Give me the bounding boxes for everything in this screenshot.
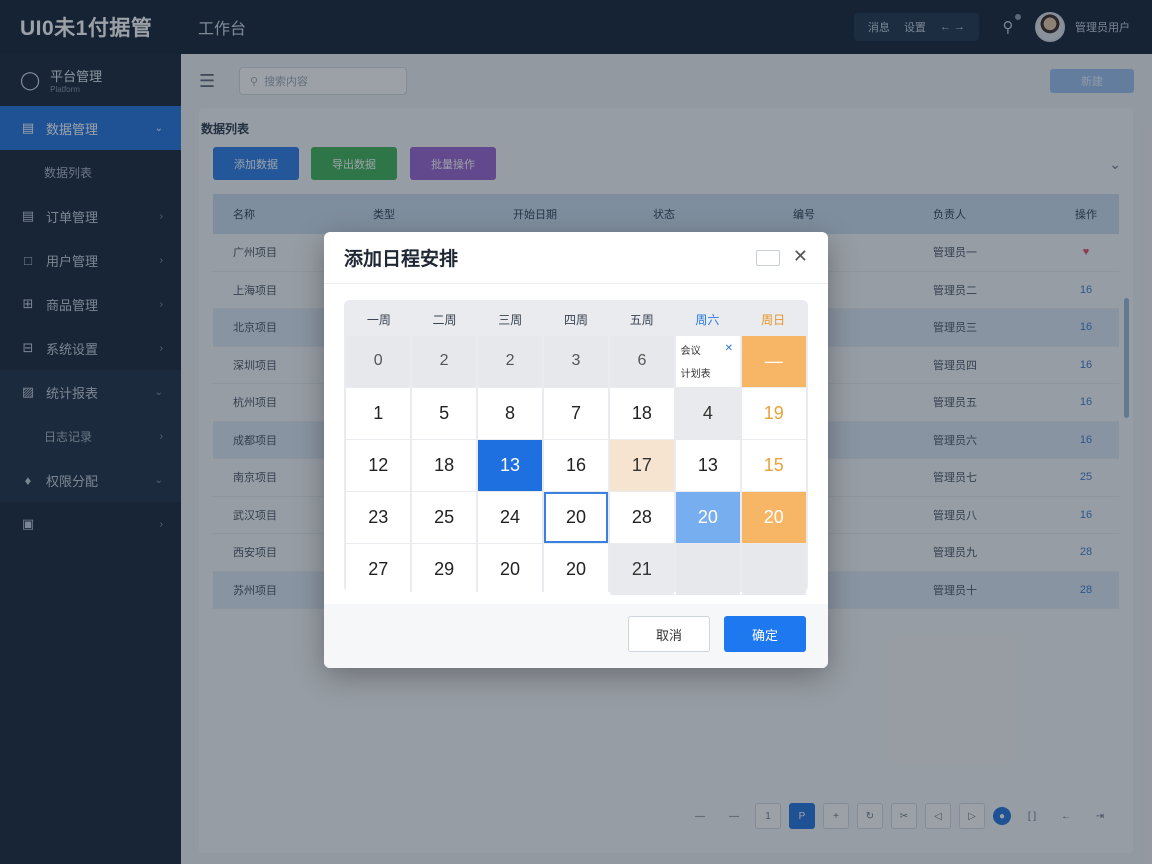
weekday-label: 周日 bbox=[761, 312, 786, 327]
calendar-day[interactable]: 15 bbox=[741, 440, 806, 491]
event-label: 计划表 bbox=[680, 369, 711, 381]
calendar-day[interactable]: 4 bbox=[675, 388, 741, 439]
weekday-label: 五周 bbox=[629, 312, 654, 327]
confirm-button[interactable]: 确定 bbox=[724, 616, 806, 652]
calendar-day[interactable]: 1 bbox=[346, 388, 411, 439]
weekday-label: 一周 bbox=[366, 312, 391, 327]
calendar-grid: 0 2 2 3 6 会议 计划表 ✕ —1 5 8 7 18 4 19 12 18 13 16 17 13 15 23 25 2… bbox=[346, 336, 806, 595]
calendar-day[interactable]: 27 bbox=[346, 544, 411, 595]
remove-event-icon[interactable]: ✕ bbox=[725, 343, 733, 354]
calendar-day[interactable]: — bbox=[741, 336, 806, 387]
calendar-weekdays: 一周 二周 三周 四周 五周 周六 周日 bbox=[346, 302, 806, 336]
calendar-day[interactable]: 17 bbox=[609, 440, 675, 491]
weekday-label: 二周 bbox=[432, 312, 457, 327]
calendar-day[interactable]: 21 bbox=[609, 544, 675, 595]
calendar-day[interactable]: 20 bbox=[675, 492, 741, 543]
calendar-day[interactable]: 23 bbox=[346, 492, 411, 543]
calendar-day[interactable]: 16 bbox=[543, 440, 609, 491]
calendar-day[interactable]: 29 bbox=[411, 544, 477, 595]
calendar-day[interactable]: 28 bbox=[609, 492, 675, 543]
calendar-day[interactable]: 18 bbox=[609, 388, 675, 439]
dialog-header: 添加日程安排 ✕ bbox=[324, 232, 828, 284]
calendar-day[interactable]: 18 bbox=[411, 440, 477, 491]
calendar-day[interactable]: 5 bbox=[411, 388, 477, 439]
calendar-day[interactable]: 8 bbox=[477, 388, 543, 439]
event-label: 会议 bbox=[680, 346, 701, 358]
calendar-day[interactable]: 13 bbox=[477, 440, 543, 491]
cancel-button[interactable]: 取消 bbox=[628, 616, 710, 652]
calendar-day[interactable]: 13 bbox=[675, 440, 741, 491]
calendar-day[interactable]: 19 bbox=[741, 388, 806, 439]
calendar-day bbox=[675, 544, 741, 595]
calendar-day[interactable]: 25 bbox=[411, 492, 477, 543]
calendar-day[interactable]: 7 bbox=[543, 388, 609, 439]
calendar-event-cell[interactable]: 会议计划表 ✕ bbox=[675, 336, 741, 387]
calendar-day[interactable]: 2 bbox=[411, 336, 477, 387]
calendar-day[interactable]: 20 bbox=[741, 492, 806, 543]
calendar-day[interactable]: 12 bbox=[346, 440, 411, 491]
calendar-day[interactable]: 20 bbox=[477, 544, 543, 595]
calendar-day bbox=[741, 544, 806, 595]
weekday-label: 四周 bbox=[563, 312, 588, 327]
dialog-title: 添加日程安排 bbox=[344, 249, 459, 270]
calendar-day[interactable]: 20 bbox=[543, 492, 609, 543]
minimize-icon[interactable] bbox=[756, 250, 780, 266]
weekday-label: 三周 bbox=[498, 312, 523, 327]
weekday-label: 周六 bbox=[695, 312, 720, 327]
calendar-day[interactable]: 24 bbox=[477, 492, 543, 543]
calendar-day[interactable]: 3 bbox=[543, 336, 609, 387]
close-icon[interactable]: ✕ bbox=[793, 246, 808, 267]
calendar: 一周 二周 三周 四周 五周 周六 周日 0 2 2 3 6 会议 计划表 ✕ —1 5 8 7 18 4… bbox=[344, 300, 808, 595]
calendar-day[interactable]: 20 bbox=[543, 544, 609, 595]
calendar-day[interactable]: 0 bbox=[346, 336, 411, 387]
calendar-day[interactable]: 2 bbox=[477, 336, 543, 387]
schedule-dialog: 添加日程安排 ✕ 一周 二周 三周 四周 五周 周六 周日 0 2 2 3 6 会议 计划表… bbox=[324, 232, 828, 668]
dialog-footer: 取消 确定 bbox=[324, 604, 828, 668]
calendar-day[interactable]: 6 bbox=[609, 336, 675, 387]
